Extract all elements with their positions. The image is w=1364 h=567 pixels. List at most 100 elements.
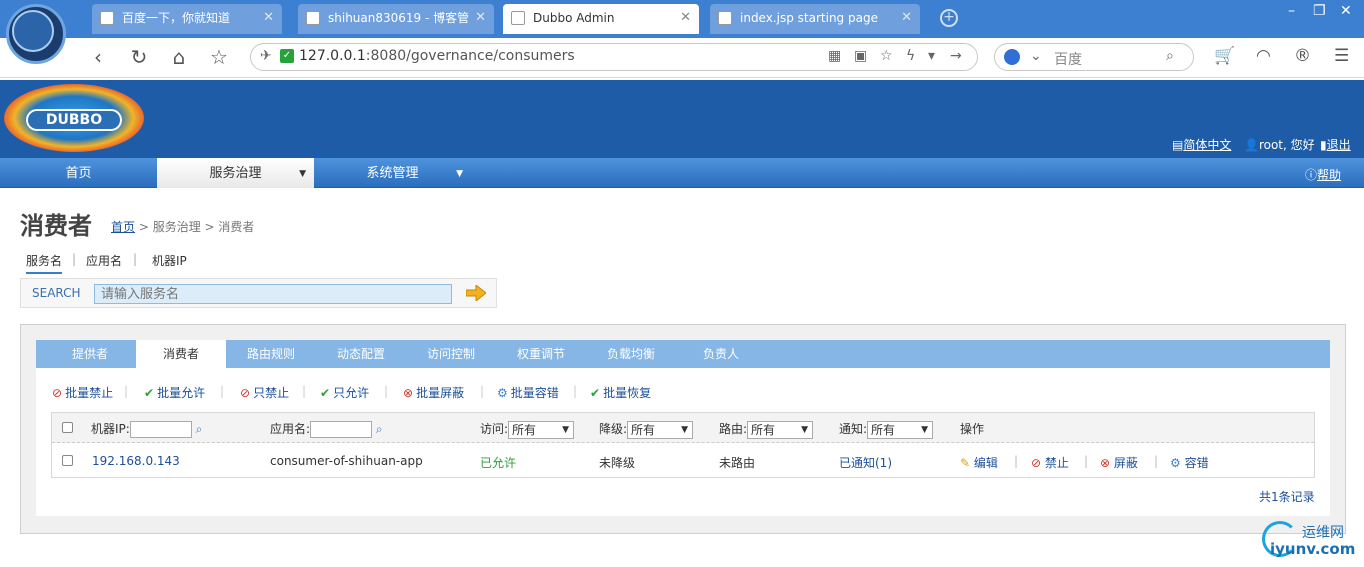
batch-shield-button[interactable]: ⊗ 批量屏蔽 [403, 384, 464, 401]
close-tab-icon[interactable]: ✕ [680, 4, 691, 32]
batch-allow-button[interactable]: ✔ 批量允许 [144, 384, 205, 401]
restore-icon[interactable]: ❐ [1313, 3, 1326, 19]
divider: | [1014, 454, 1019, 468]
header-degrade: 降级: 所有 [599, 420, 694, 439]
batch-recover-button[interactable]: ✔ 批量恢复 [590, 384, 651, 401]
browser-tab-baidu[interactable]: 百度一下，你就知道 ✕ [92, 4, 282, 34]
rocket-icon: ✈ [260, 48, 272, 64]
divider: | [124, 384, 129, 398]
header-access: 访问: 所有 [480, 420, 575, 439]
tab-title: 百度一下，你就知道 [122, 11, 231, 25]
page-title: 消费者 [20, 212, 92, 240]
language-link[interactable]: ▤简体中文 [1172, 136, 1231, 153]
record-count: 共1条记录 [1259, 490, 1315, 504]
qr-code-icon[interactable]: ▦ [828, 48, 841, 64]
search-icon[interactable]: ⌕ [196, 422, 203, 436]
tab-title: Dubbo Admin [533, 11, 615, 25]
chevron-down-icon[interactable]: ⌄ [1030, 48, 1042, 64]
browser-tab-index-jsp[interactable]: index.jsp starting page ✕ [710, 4, 920, 34]
subtab-load-balance[interactable]: 负载均衡 [586, 340, 676, 368]
row-degrade-status: 未降级 [599, 456, 636, 470]
dropdown-arrow-icon: ▼ [456, 169, 463, 179]
shield-icon: ⊗ [1100, 456, 1111, 470]
close-tab-icon[interactable]: ✕ [475, 4, 486, 32]
new-tab-icon[interactable]: + [940, 9, 958, 27]
document-icon: ▤ [1172, 138, 1184, 152]
reload-icon[interactable]: ↻ [127, 45, 151, 69]
subtab-consumers[interactable]: 消费者 [136, 340, 226, 368]
forbid-button[interactable]: ⊘ 禁止 [1031, 454, 1069, 471]
dropdown-arrow-icon: ▼ [299, 169, 306, 179]
extension-icon[interactable]: ® [1294, 46, 1311, 66]
subtab-weight[interactable]: 权重调节 [496, 340, 586, 368]
search-placeholder: 百度 [1054, 52, 1082, 68]
divider: | [72, 252, 77, 266]
row-notify-link[interactable]: 已通知(1) [839, 454, 892, 471]
header-notify: 通知: 所有 [839, 420, 934, 439]
subtab-routes[interactable]: 路由规则 [226, 340, 316, 368]
ip-filter-input[interactable] [129, 421, 192, 438]
go-arrow-icon[interactable]: → [950, 48, 962, 64]
tolerate-button[interactable]: ⚙ 容错 [1170, 454, 1209, 471]
help-link[interactable]: ⓘ帮助 [1305, 166, 1341, 183]
search-icon[interactable]: ⌕ [1166, 48, 1174, 64]
browser-tab-blog[interactable]: shihuan830619 - 博客管 ✕ [298, 4, 494, 34]
service-search-input[interactable] [94, 284, 452, 304]
browser-search-box[interactable] [994, 43, 1194, 71]
row-ip-link[interactable]: 192.168.0.143 [92, 454, 180, 468]
browser-tab-dubbo-admin[interactable]: Dubbo Admin ✕ [503, 4, 699, 34]
logout-link[interactable]: ▮退出 [1320, 136, 1351, 153]
search-tab-service[interactable]: 服务名 [26, 252, 63, 274]
edit-button[interactable]: ✎ 编辑 [960, 454, 998, 471]
search-go-arrow-icon[interactable] [466, 285, 486, 301]
subtab-providers[interactable]: 提供者 [36, 340, 144, 368]
select-all-checkbox[interactable] [62, 422, 73, 433]
notify-filter-select[interactable]: 所有 [867, 420, 934, 439]
route-filter-select[interactable]: 所有 [747, 420, 814, 439]
close-window-icon[interactable]: ✕ [1340, 3, 1352, 19]
wifi-icon[interactable]: ◠ [1256, 46, 1271, 66]
breadcrumb: 首页 > 服务治理 > 消费者 [111, 220, 255, 234]
pencil-icon: ✎ [960, 456, 971, 470]
nav-item-home[interactable]: 首页 [0, 158, 157, 188]
batch-forbid-button[interactable]: ⊘ 批量禁止 [52, 384, 113, 401]
back-icon[interactable]: ‹ [86, 45, 110, 69]
nav-item-governance[interactable]: 服务治理 ▼ [157, 158, 314, 188]
shield-button[interactable]: ⊗ 屏蔽 [1100, 454, 1138, 471]
close-tab-icon[interactable]: ✕ [901, 4, 912, 32]
menu-icon[interactable]: ☰ [1334, 46, 1349, 66]
home-icon[interactable]: ⌂ [167, 45, 191, 69]
batch-tolerate-button[interactable]: ⚙ 批量容错 [497, 384, 559, 401]
header-route: 路由: 所有 [719, 420, 814, 439]
user-icon: 👤 [1244, 138, 1259, 152]
star-icon[interactable]: ☆ [880, 48, 893, 64]
tab-title: shihuan830619 - 博客管 [328, 11, 470, 25]
search-tab-app[interactable]: 应用名 [86, 252, 122, 269]
url-text[interactable]: 127.0.0.1:8080/governance/consumers [299, 48, 575, 64]
dropdown-icon[interactable]: ▾ [928, 48, 935, 64]
degrade-filter-select[interactable]: 所有 [627, 420, 694, 439]
nav-item-system[interactable]: 系统管理 ▼ [314, 158, 471, 188]
cart-icon[interactable]: 🛒 [1214, 46, 1235, 66]
subtab-dynamic-config[interactable]: 动态配置 [316, 340, 406, 368]
baidu-engine-icon[interactable] [1004, 49, 1020, 65]
header-app: 应用名: ⌕ [270, 421, 383, 438]
lightning-icon[interactable]: ϟ [906, 48, 915, 64]
reader-icon[interactable]: ▣ [854, 48, 867, 64]
search-tab-ip[interactable]: 机器IP [152, 252, 187, 269]
minimize-icon[interactable]: – [1288, 3, 1295, 19]
breadcrumb-home-link[interactable]: 首页 [111, 220, 135, 234]
access-filter-select[interactable]: 所有 [508, 420, 575, 439]
only-allow-button[interactable]: ✔ 只允许 [320, 384, 369, 401]
subtab-owners[interactable]: 负责人 [676, 340, 766, 368]
bookmark-star-icon[interactable]: ☆ [207, 45, 231, 69]
row-checkbox[interactable] [62, 455, 73, 466]
search-icon[interactable]: ⌕ [376, 422, 383, 436]
app-filter-input[interactable] [310, 421, 373, 438]
tab-title: index.jsp starting page [740, 11, 878, 25]
only-forbid-button[interactable]: ⊘ 只禁止 [240, 384, 289, 401]
subtab-access-control[interactable]: 访问控制 [406, 340, 496, 368]
close-tab-icon[interactable]: ✕ [263, 4, 274, 32]
row-access-status: 已允许 [480, 456, 517, 470]
row-app: consumer-of-shihuan-app [270, 454, 423, 468]
